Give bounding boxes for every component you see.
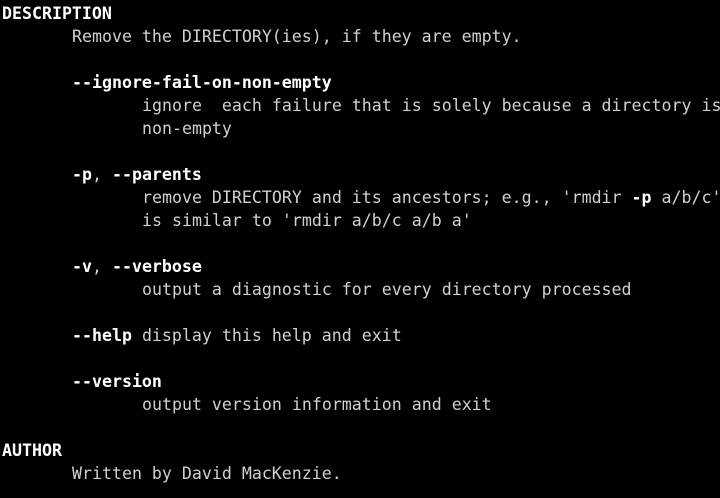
description-summary: Remove the DIRECTORY(ies), if they are e…	[72, 27, 522, 46]
author-text: Written by David MacKenzie.	[72, 464, 342, 483]
option-help-desc: display this help and exit	[131, 326, 402, 345]
option-verbose-separator: ,	[91, 257, 112, 276]
option-version-desc: output version information and exit	[142, 395, 492, 414]
option-parents-long-flag: --parents	[111, 165, 202, 184]
option-verbose-header: -v, --verbose	[72, 255, 202, 278]
option-parents-desc-flag: -p	[631, 188, 652, 207]
option-parents-desc-line1: remove DIRECTORY and its ancestors; e.g.…	[142, 186, 720, 209]
option-parents-desc-part2: a/b/c'	[651, 188, 720, 207]
option-parents-separator: ,	[91, 165, 112, 184]
option-verbose-desc: output a diagnostic for every directory …	[142, 280, 632, 299]
option-help-flag: --help	[72, 326, 132, 345]
terminal-window: DESCRIPTION Remove the DIRECTORY(ies), i…	[0, 0, 720, 498]
option-parents-short-flag: -p	[72, 165, 92, 184]
option-ignore-fail-desc-line1: ignore each failure that is solely becau…	[142, 96, 720, 115]
option-version-flag: --version	[72, 372, 162, 391]
option-help-line: --help display this help and exit	[72, 324, 402, 347]
section-heading-description: DESCRIPTION	[2, 4, 112, 23]
option-ignore-fail-desc-line2: non-empty	[142, 119, 232, 138]
option-ignore-fail-flag: --ignore-fail-on-non-empty	[72, 73, 332, 92]
option-verbose-short-flag: -v	[72, 257, 92, 276]
section-heading-author: AUTHOR	[2, 441, 62, 460]
option-verbose-long-flag: --verbose	[111, 257, 202, 276]
option-parents-header: -p, --parents	[72, 163, 202, 186]
option-parents-desc-part1: remove DIRECTORY and its ancestors; e.g.…	[142, 188, 632, 207]
option-parents-desc-line2: is similar to 'rmdir a/b/c a/b a'	[142, 211, 472, 230]
